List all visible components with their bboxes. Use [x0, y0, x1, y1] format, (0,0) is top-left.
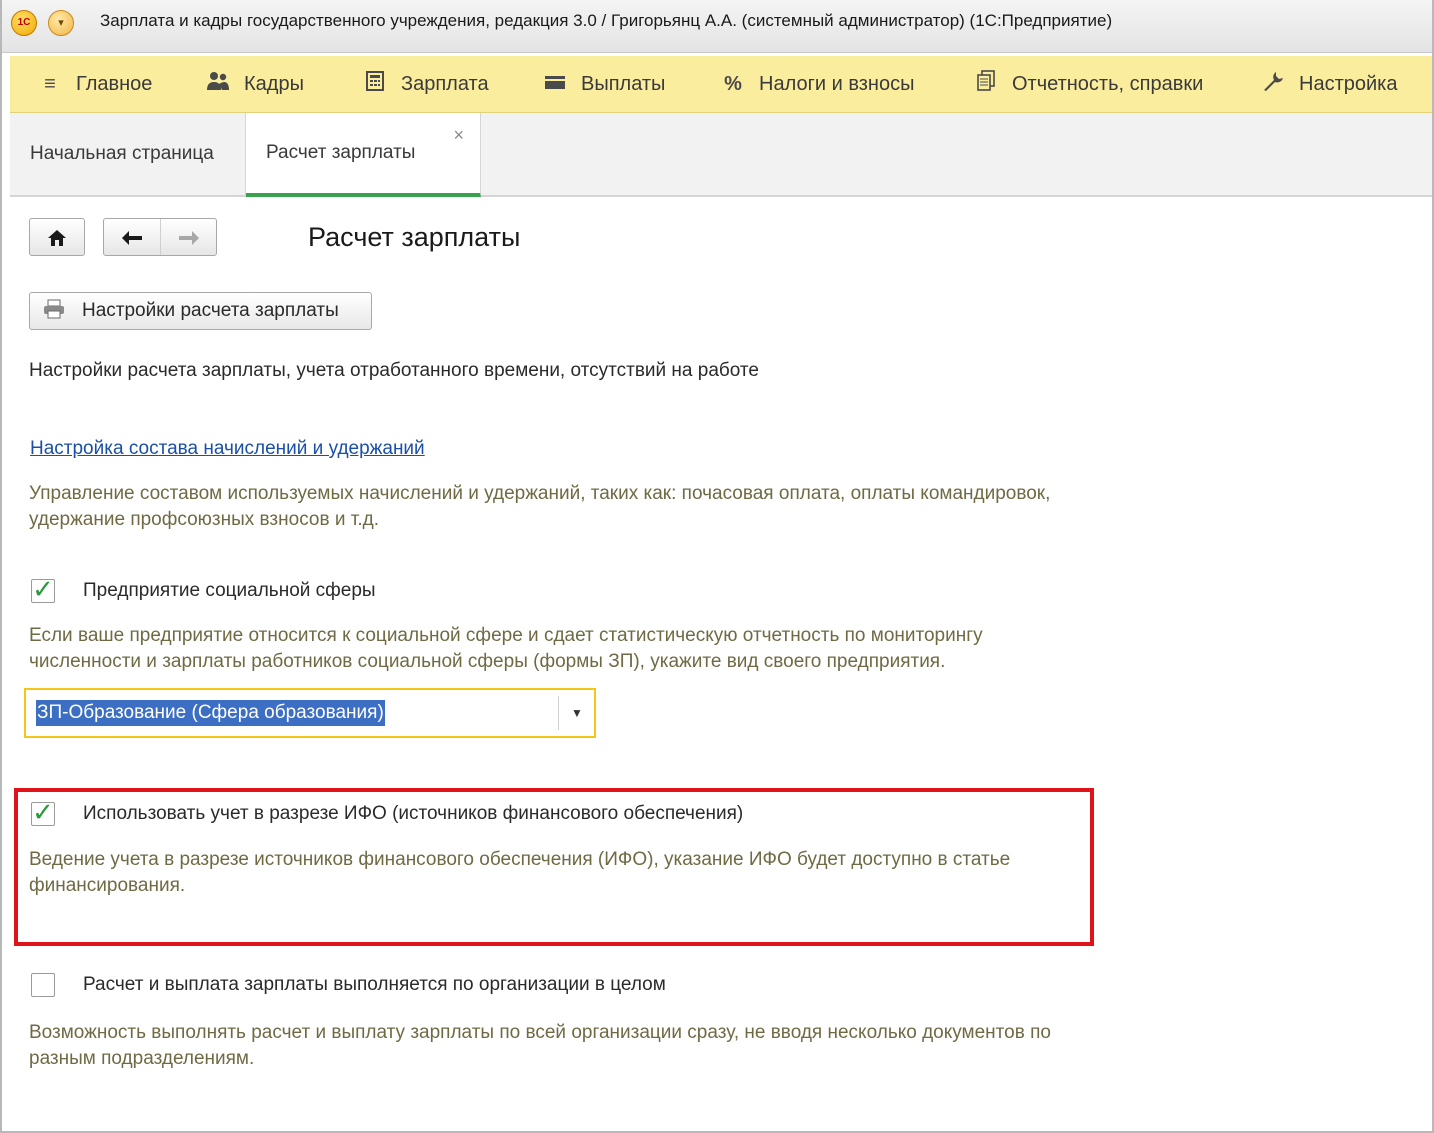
home-icon — [48, 229, 66, 246]
arrow-left-icon — [122, 231, 142, 246]
org-whole-checkbox[interactable] — [31, 973, 55, 997]
wrench-icon — [1259, 70, 1287, 98]
accruals-description-line-2: удержание профсоюзных взносов и т.д. — [29, 509, 379, 530]
section-reports[interactable]: Отчетность, справки — [972, 56, 1203, 112]
select-divider — [558, 696, 559, 730]
section-taxes[interactable]: % Налоги и взносы — [719, 56, 914, 112]
social-sphere-checkbox[interactable]: ✓ — [31, 576, 55, 603]
home-button[interactable] — [29, 218, 85, 256]
documents-icon — [972, 70, 1000, 98]
org-whole-label: Расчет и выплата зарплаты выполняется по… — [83, 974, 666, 995]
select-value[interactable]: ЗП-Образование (Сфера образования) — [36, 700, 385, 726]
section-label: Зарплата — [401, 72, 489, 95]
open-tabs-bar: Начальная страница Расчет зарплаты × — [10, 113, 1434, 197]
tab-label: Начальная страница — [30, 143, 214, 164]
section-label: Кадры — [244, 72, 304, 95]
printer-icon — [42, 299, 66, 324]
social-sphere-label: Предприятие социальной сферы — [83, 580, 376, 601]
enterprise-type-select[interactable]: ЗП-Образование (Сфера образования) ▼ — [24, 688, 596, 738]
window-title: Зарплата и кадры государственного учрежд… — [100, 11, 1113, 30]
percent-icon: % — [724, 72, 742, 95]
section-label: Отчетность, справки — [1012, 72, 1204, 95]
sections-panel: ≡ Главное Кадры Зарплата Выплаты % Налог… — [10, 56, 1434, 113]
section-label: Настройка — [1299, 72, 1398, 95]
people-icon — [204, 71, 232, 97]
main-menu-button[interactable]: ▾ — [48, 10, 74, 36]
history-nav — [103, 218, 217, 256]
settings-description: Настройки расчета зарплаты, учета отрабо… — [29, 360, 759, 381]
wallet-icon — [541, 73, 569, 96]
ifo-description-line-2: финансирования. — [29, 875, 186, 896]
arrow-right-icon — [178, 231, 199, 246]
social-sphere-description-line-2: численности и зарплаты работников социал… — [29, 651, 946, 672]
tab-start-page[interactable]: Начальная страница — [10, 113, 246, 195]
social-sphere-description-line-1: Если ваше предприятие относится к социал… — [29, 625, 983, 646]
org-whole-description-line-1: Возможность выполнять расчет и выплату з… — [29, 1022, 1051, 1043]
forward-button[interactable] — [161, 219, 216, 255]
section-salary[interactable]: Зарплата — [361, 56, 489, 112]
section-label: Налоги и взносы — [759, 72, 915, 95]
org-whole-description-line-2: разным подразделениям. — [29, 1048, 255, 1069]
calculator-icon — [361, 71, 389, 97]
accruals-setup-link[interactable]: Настройка состава начислений и удержаний — [30, 436, 425, 462]
accruals-description-line-1: Управление составом используемых начисле… — [29, 483, 1051, 504]
title-bar: 1С ▾ Зарплата и кадры государственного у… — [0, 0, 1434, 53]
ifo-accounting-checkbox[interactable]: ✓ — [31, 799, 55, 826]
ifo-accounting-label: Использовать учет в разрезе ИФО (источни… — [83, 803, 744, 824]
back-button[interactable] — [104, 219, 161, 255]
chevron-down-icon[interactable]: ▼ — [560, 690, 594, 736]
salary-settings-button[interactable]: Настройки расчета зарплаты — [29, 292, 372, 330]
section-label: Главное — [76, 72, 153, 95]
section-label: Выплаты — [581, 72, 666, 95]
menu-lines-icon: ≡ — [44, 72, 56, 95]
section-payments[interactable]: Выплаты — [541, 56, 665, 112]
ifo-description-line-1: Ведение учета в разрезе источников финан… — [29, 849, 1011, 870]
tab-salary-calc[interactable]: Расчет зарплаты × — [246, 113, 481, 197]
button-label: Настройки расчета зарплаты — [82, 300, 339, 321]
tab-label: Расчет зарплаты — [266, 142, 416, 163]
section-main[interactable]: ≡ Главное — [36, 56, 152, 112]
section-hr[interactable]: Кадры — [204, 56, 304, 112]
app-logo-icon[interactable]: 1С — [11, 10, 37, 36]
page-title: Расчет зарплаты — [308, 222, 521, 252]
section-settings[interactable]: Настройка — [1259, 56, 1397, 112]
close-icon[interactable]: × — [453, 125, 464, 146]
